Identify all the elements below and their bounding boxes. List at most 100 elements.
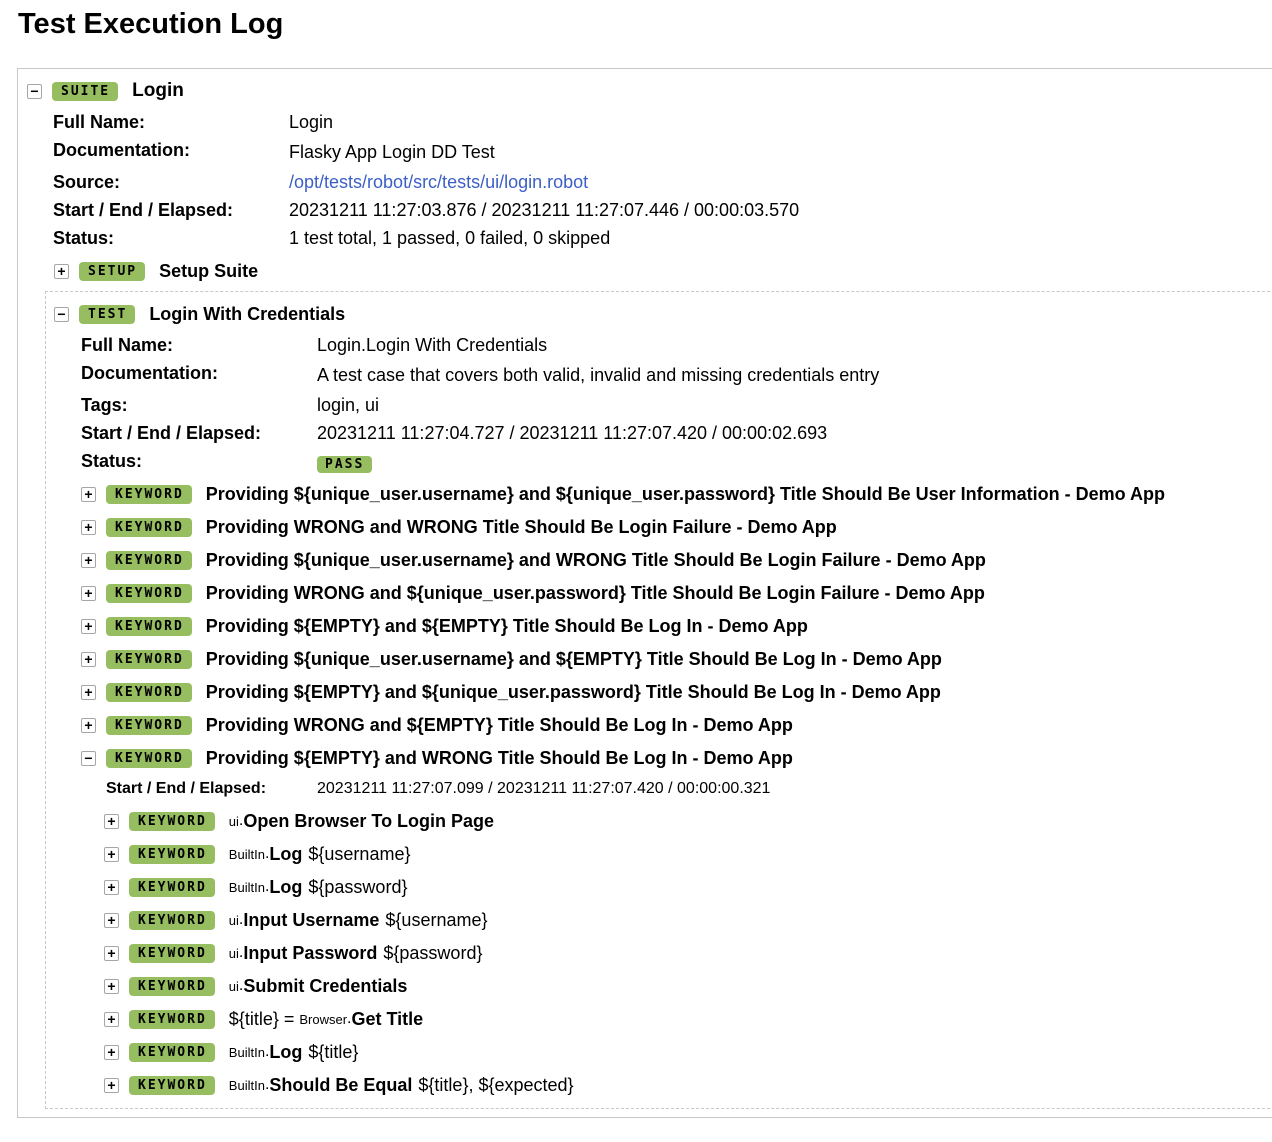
step-row[interactable]: + KEYWORD BuiltIn. Should Be Equal ${title},… (104, 1070, 574, 1100)
keyword-name: Providing WRONG and ${unique_user.passwo… (205, 582, 985, 603)
keyword-name: Providing ${unique_user.username} and ${… (205, 483, 1165, 504)
expand-icon[interactable]: + (104, 1011, 119, 1027)
test-tags: login, ui (317, 395, 380, 415)
step-arguments: ${title}, ${expected} (418, 1074, 574, 1095)
step-row[interactable]: + KEYWORD ui. Submit Credentials (104, 971, 407, 1001)
expand-icon[interactable]: + (81, 486, 96, 502)
keyword-badge: KEYWORD (129, 811, 215, 831)
expand-icon[interactable]: + (81, 552, 96, 568)
test-header[interactable]: − TEST Login With Credentials (54, 299, 345, 329)
test-full-name: Login.Login With Credentials (317, 335, 548, 355)
step-arguments: ${password} (383, 942, 483, 963)
expand-icon[interactable]: + (81, 585, 96, 601)
keyword-row[interactable]: + KEYWORD Providing WRONG and ${EMPTY} Tit… (81, 710, 793, 740)
test-documentation: A test case that covers both valid, inva… (317, 365, 880, 385)
keyword-row[interactable]: + KEYWORD Providing WRONG and WRONG Title … (81, 512, 837, 542)
keyword-name: Providing WRONG and ${EMPTY} Title Shoul… (205, 714, 793, 735)
step-arguments: ${password} (308, 876, 408, 897)
step-keyword-name: Log (269, 876, 303, 897)
step-row[interactable]: + KEYWORD ui. Open Browser To Login Page (104, 806, 494, 836)
expand-icon[interactable]: + (104, 912, 119, 928)
keyword-row[interactable]: + KEYWORD Providing ${EMPTY} and ${EMPTY} … (81, 611, 808, 641)
keyword-times-label: Start / End / Elapsed: (106, 780, 267, 797)
keyword-badge: KEYWORD (106, 748, 192, 768)
keyword-badge: KEYWORD (106, 715, 192, 735)
keyword-row[interactable]: + KEYWORD Providing ${unique_user.username… (81, 545, 986, 575)
suite-source-link[interactable]: /opt/tests/robot/src/tests/ui/login.robo… (289, 172, 588, 193)
expand-icon[interactable]: + (54, 263, 69, 279)
step-keyword-name: Get Title (351, 1008, 424, 1029)
suite-badge: SUITE (52, 81, 119, 101)
keyword-name: Providing ${unique_user.username} and WR… (205, 549, 986, 570)
test-times-label: Start / End / Elapsed: (81, 423, 262, 443)
keyword-badge: KEYWORD (106, 616, 192, 636)
suite-header[interactable]: − SUITE Login (27, 76, 184, 106)
status-badge: PASS (317, 456, 373, 473)
step-keyword-name: Submit Credentials (243, 975, 408, 996)
test-name: Login With Credentials (149, 303, 346, 324)
step-keyword-name: Open Browser To Login Page (243, 810, 495, 831)
suite-full-name: Login (289, 112, 334, 132)
step-keyword-name: Log (269, 1041, 303, 1062)
keyword-row[interactable]: + KEYWORD Providing ${unique_user.username… (81, 479, 1165, 509)
keyword-row[interactable]: + KEYWORD Providing ${unique_user.username… (81, 644, 942, 674)
test-status: PASS (317, 452, 373, 473)
keyword-row[interactable]: − KEYWORD Providing ${EMPTY} and WRONG Tit… (81, 743, 793, 773)
expand-icon[interactable]: + (104, 978, 119, 994)
setup-header[interactable]: + SETUP Setup Suite (54, 256, 258, 286)
step-library: BuiltIn (228, 1077, 265, 1093)
step-assign: ${title} = (228, 1008, 300, 1029)
step-library: ui (228, 978, 239, 994)
expand-icon[interactable]: + (104, 945, 119, 961)
setup-name: Setup Suite (159, 260, 259, 281)
step-library: ui (228, 813, 239, 829)
step-arguments: ${username} (308, 843, 411, 864)
expand-icon[interactable]: + (81, 519, 96, 535)
expand-icon[interactable]: + (81, 651, 96, 667)
step-library: ui (228, 945, 239, 961)
keyword-badge: KEYWORD (106, 649, 192, 669)
expand-icon[interactable]: + (104, 879, 119, 895)
expand-icon[interactable]: + (81, 717, 96, 733)
test-full-name-label: Full Name: (81, 335, 174, 355)
step-arguments: ${title} (308, 1041, 359, 1062)
collapse-icon[interactable]: − (81, 750, 96, 766)
step-keyword-name: Should Be Equal (269, 1074, 413, 1095)
keyword-times: 20231211 11:27:07.099 / 20231211 11:27:0… (317, 780, 771, 797)
keyword-badge: KEYWORD (129, 943, 215, 963)
expand-icon[interactable]: + (104, 1077, 119, 1093)
step-row[interactable]: + KEYWORD BuiltIn. Log ${username} (104, 839, 410, 869)
suite-times: 20231211 11:27:03.876 / 20231211 11:27:0… (289, 200, 800, 220)
expand-icon[interactable]: + (104, 813, 119, 829)
keyword-name: Providing WRONG and WRONG Title Should B… (205, 516, 837, 537)
step-row[interactable]: + KEYWORD BuiltIn. Log ${password} (104, 872, 407, 902)
keyword-row[interactable]: + KEYWORD Providing ${EMPTY} and ${unique_… (81, 677, 941, 707)
collapse-icon[interactable]: − (27, 83, 42, 99)
suite-times-label: Start / End / Elapsed: (53, 200, 234, 220)
expand-icon[interactable]: + (81, 618, 96, 634)
suite-status: 1 test total, 1 passed, 0 failed, 0 skip… (289, 228, 611, 248)
keyword-badge: KEYWORD (106, 682, 192, 702)
test-badge: TEST (79, 304, 136, 324)
step-row[interactable]: + KEYWORD BuiltIn. Log ${title} (104, 1037, 358, 1067)
step-keyword-name: Log (269, 843, 303, 864)
keyword-badge: KEYWORD (129, 1009, 215, 1029)
page-title: Test Execution Log (18, 8, 284, 40)
expand-icon[interactable]: + (104, 1044, 119, 1060)
collapse-icon[interactable]: − (54, 306, 69, 322)
test-times: 20231211 11:27:04.727 / 20231211 11:27:0… (317, 423, 828, 443)
keyword-badge: KEYWORD (106, 517, 192, 537)
keyword-badge: KEYWORD (106, 583, 192, 603)
setup-badge: SETUP (79, 261, 146, 281)
step-row[interactable]: + KEYWORD ui. Input Password ${password} (104, 938, 482, 968)
keyword-name: Providing ${unique_user.username} and ${… (205, 648, 942, 669)
expand-icon[interactable]: + (104, 846, 119, 862)
step-row[interactable]: + KEYWORD ui. Input Username ${username} (104, 905, 487, 935)
keyword-badge: KEYWORD (129, 1042, 215, 1062)
expand-icon[interactable]: + (81, 684, 96, 700)
keyword-row[interactable]: + KEYWORD Providing WRONG and ${unique_use… (81, 578, 985, 608)
keyword-badge: KEYWORD (129, 844, 215, 864)
step-row[interactable]: + KEYWORD ${title} = Browser. Get Title (104, 1004, 423, 1034)
keyword-badge: KEYWORD (129, 1075, 215, 1095)
suite-name: Login (132, 80, 184, 101)
